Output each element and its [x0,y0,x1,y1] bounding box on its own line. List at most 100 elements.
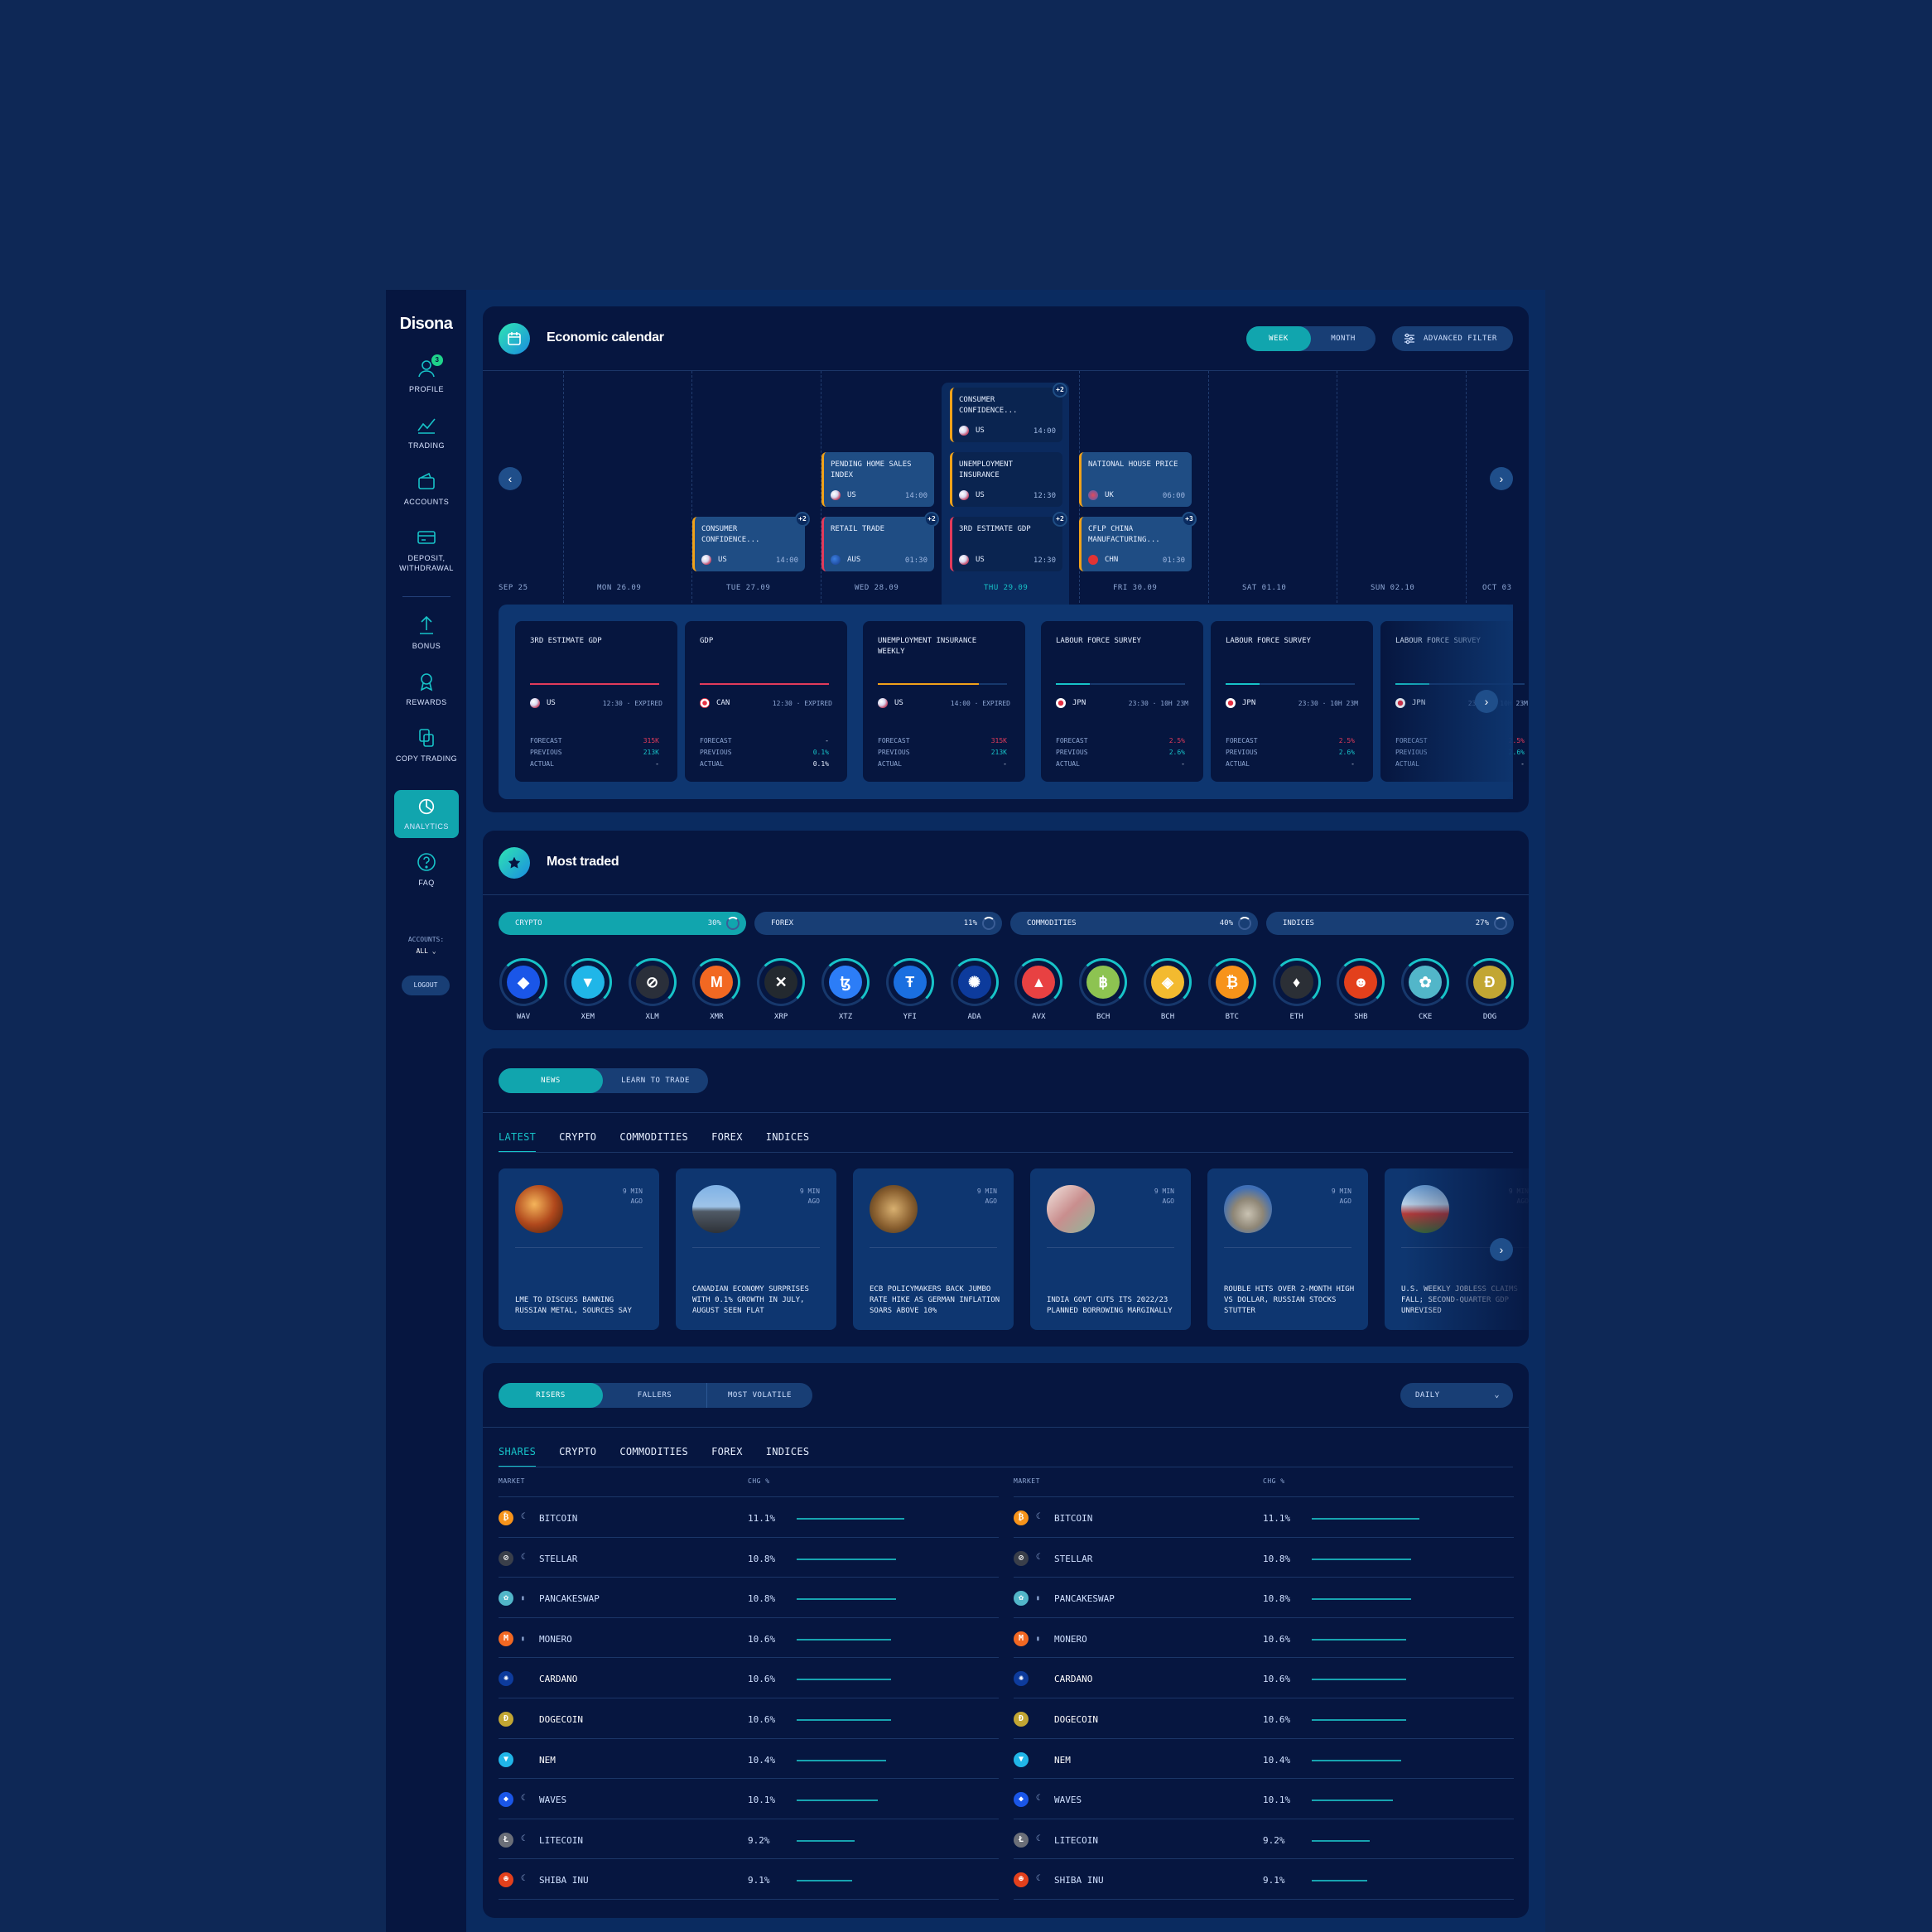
tab-indices[interactable]: INDICES [766,1446,810,1457]
news-tab-button[interactable]: NEWS [499,1068,603,1093]
coin-xem[interactable]: ▼ XEM [563,958,613,1021]
table-row[interactable]: ⊘ ☾ STELLAR 10.8% [499,1538,999,1578]
period-dropdown[interactable]: DAILY ⌄ [1400,1383,1513,1408]
table-row[interactable]: Ð DOGECOIN 10.6% [499,1698,999,1739]
coin-xlm[interactable]: ⊘ XLM [628,958,677,1021]
event-detail-card[interactable]: 3RD ESTIMATE GDP US 12:30 · EXPIRED FORECAS… [515,621,677,782]
more-events-badge[interactable]: +2 [1053,383,1067,397]
table-row[interactable]: ☻ ☾ SHIBA INU 9.1% [499,1859,999,1900]
event-card[interactable]: NATIONAL HOUSE PRICE UK 06:00 [1079,452,1192,507]
table-row[interactable]: Ð DOGECOIN 10.6% [1014,1698,1514,1739]
event-card[interactable]: CONSUMER CONFIDENCE... US 14:00 +2 [692,512,810,571]
coin-wav[interactable]: ◆ WAV [499,958,548,1021]
table-row[interactable]: ✺ CARDANO 10.6% [1014,1658,1514,1698]
event-card[interactable]: UNEMPLOYMENT INSURANCE US 12:30 [950,452,1062,507]
sidebar-item-bonus[interactable]: BONUS [394,614,459,651]
sidebar-item-profile[interactable]: 3 PROFILE [394,354,459,394]
event-card[interactable]: CFLP CHINA MANUFACTURING... CHN 01:30 +3 [1079,512,1197,571]
week-button[interactable]: WEEK [1246,326,1311,351]
table-row[interactable]: Ł ☾ LITECOIN 9.2% [1014,1819,1514,1860]
category-pill-crypto[interactable]: CRYPTO 30% [499,912,746,935]
sidebar-item-trading[interactable]: TRADING [394,414,459,450]
category-pill-indices[interactable]: INDICES 27% [1266,912,1514,935]
news-card[interactable]: 9 MIN AGO CANADIAN ECONOMY SURPRISES WITH… [676,1168,836,1330]
news-card[interactable]: 9 MIN AGO ECB POLICYMAKERS BACK JUMBO RAT… [853,1168,1014,1330]
more-events-badge[interactable]: +2 [924,512,939,527]
sidebar-item-accounts[interactable]: ACCOUNTS [394,470,459,507]
tab-indices[interactable]: INDICES [766,1131,810,1143]
coin-btc[interactable]: ₿ BTC [1207,958,1257,1021]
table-row[interactable]: ☻ ☾ SHIBA INU 9.1% [1014,1859,1514,1900]
table-row[interactable]: ✺ CARDANO 10.6% [499,1658,999,1698]
stat-label: PREVIOUS [878,749,910,756]
details-next-button[interactable]: › [1475,690,1498,713]
event-detail-card[interactable]: GDP CAN 12:30 · EXPIRED FORECAST - PREVIOUS 0.… [685,621,847,782]
event-title: RETAIL TRADE [831,525,885,533]
month-button[interactable]: MONTH [1311,326,1376,351]
table-row[interactable]: ▼ NEM 10.4% [1014,1739,1514,1780]
tab-crypto[interactable]: CRYPTO [559,1446,596,1457]
coin-eth[interactable]: ♦ ETH [1272,958,1322,1021]
table-row[interactable]: ⊘ ☾ STELLAR 10.8% [1014,1538,1514,1578]
event-card[interactable]: PENDING HOME SALES INDEX US 14:00 [821,452,934,507]
calendar-next-button[interactable]: › [1490,467,1513,490]
coin-xtz[interactable]: ꜩ XTZ [821,958,870,1021]
sidebar-item-analytics[interactable]: ANALYTICS [394,790,459,838]
news-card[interactable]: 9 MIN AGO INDIA GOVT CUTS ITS 2022/23 PLA… [1030,1168,1191,1330]
sidebar-item-copy-trading[interactable]: COPY TRADING [394,727,459,764]
event-detail-card[interactable]: UNEMPLOYMENT INSURANCE WEEKLY US 14:00 · E… [863,621,1025,782]
risers-button[interactable]: RISERS [499,1383,603,1408]
table-row[interactable]: ₿ ☾ BITCOIN 11.1% [1014,1497,1514,1538]
calendar-prev-button[interactable]: ‹ [499,467,522,490]
sidebar-item-faq[interactable]: FAQ [394,851,459,888]
coin-cke[interactable]: ✿ CKE [1400,958,1450,1021]
news-next-button[interactable]: › [1490,1238,1513,1261]
table-row[interactable]: Ł ☾ LITECOIN 9.2% [499,1819,999,1860]
coin-bch[interactable]: ฿ BCH [1078,958,1128,1021]
news-card[interactable]: 9 MIN AGO LME TO DISCUSS BANNING RUSSIAN … [499,1168,659,1330]
event-card[interactable]: CONSUMER CONFIDENCE... US 14:00 +2 [950,383,1067,442]
table-row[interactable]: ▼ NEM 10.4% [499,1739,999,1780]
coin-yfi[interactable]: Ŧ YFI [885,958,935,1021]
table-row[interactable]: M ▮ MONERO 10.6% [1014,1618,1514,1659]
coin-ada[interactable]: ✺ ADA [950,958,1000,1021]
tab-forex[interactable]: FOREX [711,1446,743,1457]
table-row[interactable]: ◆ ☾ WAVES 10.1% [1014,1779,1514,1819]
most-volatile-button[interactable]: MOST VOLATILE [707,1383,812,1408]
tab-commodities[interactable]: COMMODITIES [619,1446,688,1457]
sidebar-item-rewards[interactable]: REWARDS [394,671,459,707]
table-row[interactable]: ◆ ☾ WAVES 10.1% [499,1779,999,1819]
event-card[interactable]: RETAIL TRADE AUS 01:30 +2 [821,512,939,571]
learn-to-trade-button[interactable]: LEARN TO TRADE [603,1068,708,1093]
table-row[interactable]: M ▮ MONERO 10.6% [499,1618,999,1659]
coin-avx[interactable]: ▲ AVX [1014,958,1063,1021]
tab-crypto[interactable]: CRYPTO [559,1131,596,1143]
advanced-filter-button[interactable]: ADVANCED FILTER [1392,326,1513,351]
event-detail-card[interactable]: LABOUR FORCE SURVEY JPN 23:30 · 10H 23M FOR… [1041,621,1203,782]
fallers-button[interactable]: FALLERS [603,1383,707,1408]
tab-commodities[interactable]: COMMODITIES [619,1131,688,1143]
coin-bch[interactable]: ◈ BCH [1143,958,1192,1021]
more-events-badge[interactable]: +3 [1182,512,1197,527]
table-row[interactable]: ✿ ▮ PANCAKESWAP 10.8% [499,1578,999,1618]
tab-shares[interactable]: SHARES [499,1446,537,1467]
pancakeswap-coin-icon: ✿ [1014,1591,1029,1607]
sidebar-item-deposit-withdrawal[interactable]: DEPOSIT, WITHDRAWAL [394,527,459,573]
more-events-badge[interactable]: +2 [795,512,810,527]
table-row[interactable]: ✿ ▮ PANCAKESWAP 10.8% [1014,1578,1514,1618]
tab-forex[interactable]: FOREX [711,1131,743,1143]
tab-latest[interactable]: LATEST [499,1131,537,1153]
logout-button[interactable]: LOGOUT [402,976,450,995]
coin-xmr[interactable]: M XMR [691,958,741,1021]
table-row[interactable]: ₿ ☾ BITCOIN 11.1% [499,1497,999,1538]
event-card[interactable]: 3RD ESTIMATE GDP US 12:30 +2 [950,512,1067,571]
category-pill-commodities[interactable]: COMMODITIES 40% [1010,912,1258,935]
news-card[interactable]: 9 MIN AGO ROUBLE HITS OVER 2-MONTH HIGH V… [1207,1168,1368,1330]
accounts-selector[interactable]: ALL ⌄ [386,947,466,955]
category-pill-forex[interactable]: FOREX 11% [754,912,1002,935]
coin-dog[interactable]: Ð DOG [1465,958,1515,1021]
coin-shb[interactable]: ☻ SHB [1336,958,1385,1021]
event-detail-card[interactable]: LABOUR FORCE SURVEY JPN 23:30 · 10H 23M FOR… [1211,621,1373,782]
more-events-badge[interactable]: +2 [1053,512,1067,527]
coin-xrp[interactable]: ✕ XRP [756,958,806,1021]
